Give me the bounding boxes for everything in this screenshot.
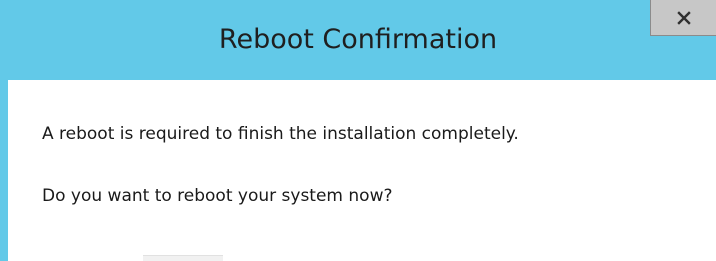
reboot-required-message: A reboot is required to finish the insta… — [42, 124, 519, 144]
dialog-content: A reboot is required to finish the insta… — [8, 80, 716, 261]
reboot-question-message: Do you want to reboot your system now? — [42, 186, 393, 206]
close-icon — [676, 10, 691, 25]
title-bar[interactable]: Reboot Confirmation — [0, 0, 716, 80]
reboot-confirmation-dialog: Reboot Confirmation A reboot is required… — [0, 0, 716, 261]
close-button[interactable] — [650, 0, 716, 36]
dialog-title: Reboot Confirmation — [218, 24, 498, 55]
partially-visible-button[interactable] — [143, 255, 223, 261]
